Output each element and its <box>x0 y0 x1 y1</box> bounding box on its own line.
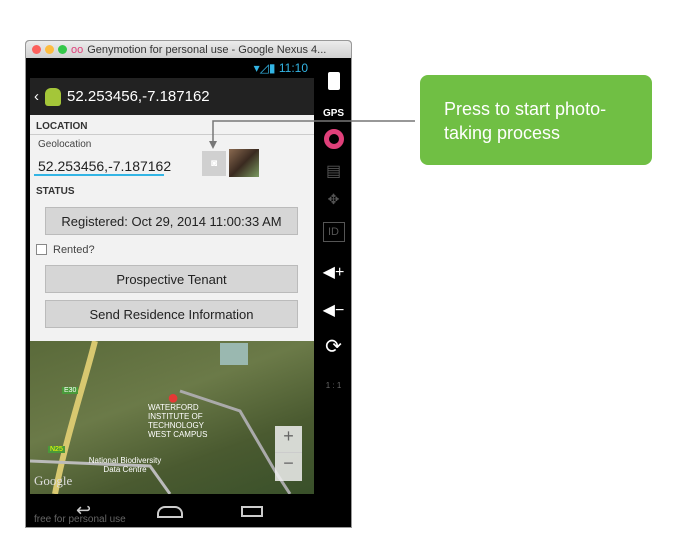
photo-thumbnail[interactable] <box>229 149 259 177</box>
volume-up-icon[interactable]: ◀+ <box>314 262 351 282</box>
rented-label: Rented? <box>53 244 95 256</box>
wifi-icon: ▾◿▮ <box>253 61 276 75</box>
camera-icon: ◙ <box>210 158 218 169</box>
rented-checkbox[interactable] <box>36 244 47 255</box>
genymotion-sidebar: GPS ▤ ✥ ID ◀+ ◀− ⟳ 1 : 1 <box>314 58 351 527</box>
action-bar-title: 52.253456,-7.187162 <box>67 88 210 105</box>
status-bar: ▾◿▮ 11:10 <box>30 58 314 78</box>
rotate-icon[interactable]: ⟳ <box>314 334 351 359</box>
capture-icon[interactable]: ▤ <box>314 161 351 181</box>
camera-button[interactable]: ◙ <box>202 151 226 176</box>
zoom-in-button[interactable]: + <box>275 426 302 453</box>
maximize-button[interactable] <box>58 45 67 54</box>
battery-icon[interactable] <box>327 72 340 90</box>
clock: 11:10 <box>278 61 308 75</box>
id-button[interactable]: ID <box>322 222 345 242</box>
watermark: free for personal use <box>34 514 126 525</box>
genymotion-logo-icon: oo <box>71 43 84 56</box>
road-label-n25: N25 <box>48 446 65 453</box>
status-header: STATUS <box>36 186 75 197</box>
title-bar: oo Genymotion for personal use - Google … <box>26 41 351 58</box>
registered-button[interactable]: Registered: Oct 29, 2014 11:00:33 AM <box>45 207 298 235</box>
back-icon[interactable]: ‹ <box>34 88 39 105</box>
android-app-icon[interactable] <box>45 87 61 106</box>
geolocation-label: Geolocation <box>38 139 92 150</box>
emulator-window: oo Genymotion for personal use - Google … <box>25 40 352 528</box>
window-title: Genymotion for personal use - Google Nex… <box>87 43 327 56</box>
scale-button[interactable]: 1 : 1 <box>314 381 351 390</box>
navigation-bar: ↩ free for personal use <box>26 494 314 527</box>
zoom-out-button[interactable]: − <box>275 453 302 480</box>
map-view[interactable]: E30 N25 ● WATERFORD INSTITUTE OF TECHNOL… <box>30 341 314 494</box>
callout-annotation: Press to start photo-taking process <box>420 75 652 165</box>
action-bar: ‹ 52.253456,-7.187162 <box>30 78 314 115</box>
map-place-label: WATERFORD INSTITUTE OF TECHNOLOGY WEST C… <box>148 403 208 439</box>
send-residence-button[interactable]: Send Residence Information <box>45 300 298 328</box>
geolocation-input[interactable]: 52.253456,-7.187162 <box>34 158 171 176</box>
zoom-controls: + − <box>275 426 302 481</box>
map-place-label-biodiversity: National Biodiversity Data Centre <box>88 456 162 474</box>
webcam-icon[interactable] <box>323 129 344 149</box>
prospective-tenant-button[interactable]: Prospective Tenant <box>45 265 298 293</box>
gps-button[interactable]: GPS <box>314 108 351 119</box>
recents-nav-icon[interactable] <box>241 506 263 517</box>
home-nav-icon[interactable] <box>157 506 183 518</box>
form: LOCATION Geolocation 52.253456,-7.187162… <box>30 115 314 341</box>
volume-down-icon[interactable]: ◀− <box>314 300 351 320</box>
location-header: LOCATION <box>36 121 88 132</box>
dpad-icon[interactable]: ✥ <box>314 191 351 208</box>
road-label-e30: E30 <box>62 387 79 394</box>
divider <box>30 134 314 135</box>
close-button[interactable] <box>32 45 41 54</box>
minimize-button[interactable] <box>45 45 54 54</box>
google-logo: Google <box>34 473 73 488</box>
